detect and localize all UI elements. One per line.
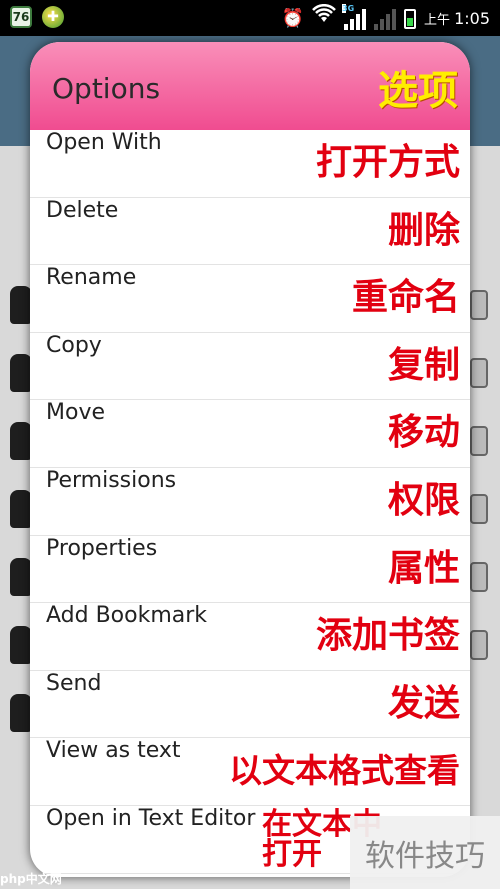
checkbox (470, 494, 488, 524)
menu-item-annotation: 属性 (387, 547, 460, 589)
signal-strength-sim2-icon (374, 8, 397, 30)
menu-item-label: Copy (46, 332, 102, 358)
menu-item-view-as-text[interactable]: View as text 以文本格式查看 (30, 738, 470, 806)
menu-item-annotation: 发送 (387, 682, 460, 724)
menu-item-label: Permissions (46, 467, 177, 493)
menu-item-annotation: 添加书签 (315, 615, 460, 657)
menu-item-label: Add Bookmark (46, 603, 208, 629)
menu-item-label: Move (46, 400, 105, 426)
menu-item-annotation: 重命名 (351, 277, 460, 319)
checkbox (470, 630, 488, 660)
menu-item-annotation: 以文本格式查看 (229, 751, 460, 791)
menu-item-annotation: 复制 (387, 344, 460, 386)
app-notification-icon[interactable]: ✚ (42, 6, 64, 28)
menu-item-annotation: 权限 (387, 479, 460, 521)
menu-item-open-with[interactable]: Open With 打开方式 (30, 130, 470, 198)
watermark-badge-text: 软件技巧 (365, 838, 485, 874)
alarm-clock-icon: ⏰ (281, 7, 305, 29)
menu-item-annotation: 打开方式 (315, 142, 460, 183)
options-dialog: Options 选项 Open With 打开方式 Delete 删除 Rena… (30, 42, 470, 877)
headphones-icon (10, 558, 32, 596)
site-watermark: php中文网 (0, 872, 62, 886)
checkbox (470, 562, 488, 592)
system-icons: ⏰ 3G 上午 1:05 (281, 3, 490, 33)
menu-item-label: Open With (46, 130, 162, 155)
menu-item-label: Delete (46, 197, 119, 223)
notification-area: 76 ✚ (10, 6, 64, 28)
menu-item-move[interactable]: Move 移动 (30, 400, 470, 468)
checkbox (470, 358, 488, 388)
battery-icon (404, 8, 417, 29)
menu-item-rename[interactable]: Rename 重命名 (30, 265, 470, 333)
menu-item-label: Rename (46, 265, 137, 291)
menu-item-label: View as text (46, 738, 181, 764)
menu-item-send[interactable]: Send 发送 (30, 671, 470, 739)
notification-badge[interactable]: 76 (10, 6, 32, 28)
clock: 上午 1:05 (424, 9, 490, 28)
menu-item-label: Send (46, 670, 102, 696)
options-menu: Open With 打开方式 Delete 删除 Rename 重命名 Copy… (30, 130, 470, 874)
headphones-icon (10, 354, 32, 392)
headphones-icon (10, 490, 32, 528)
headphones-icon (10, 694, 32, 732)
menu-item-annotation: 移动 (387, 412, 460, 454)
watermark-badge: 软件技巧 (350, 816, 500, 889)
dialog-title: Options (52, 72, 161, 105)
headphones-icon (10, 422, 32, 460)
menu-item-properties[interactable]: Properties 属性 (30, 536, 470, 604)
checkbox (470, 290, 488, 320)
menu-item-label: Properties (46, 535, 158, 561)
menu-item-annotation: 删除 (387, 209, 460, 251)
signal-strength-3g-icon: 3G (342, 3, 367, 30)
headphones-icon (10, 626, 32, 664)
menu-item-delete[interactable]: Delete 删除 (30, 198, 470, 266)
menu-item-add-bookmark[interactable]: Add Bookmark 添加书签 (30, 603, 470, 671)
headphones-icon (10, 286, 32, 324)
menu-item-label: Open in Text Editor (46, 805, 256, 831)
wifi-icon (312, 3, 336, 33)
dialog-title-annotation: 选项 (378, 68, 458, 114)
menu-item-permissions[interactable]: Permissions 权限 (30, 468, 470, 536)
status-bar: 76 ✚ ⏰ 3G 上午 1:05 (0, 0, 500, 36)
menu-item-copy[interactable]: Copy 复制 (30, 333, 470, 401)
checkbox (470, 426, 488, 456)
dialog-header: Options 选项 (30, 42, 470, 130)
